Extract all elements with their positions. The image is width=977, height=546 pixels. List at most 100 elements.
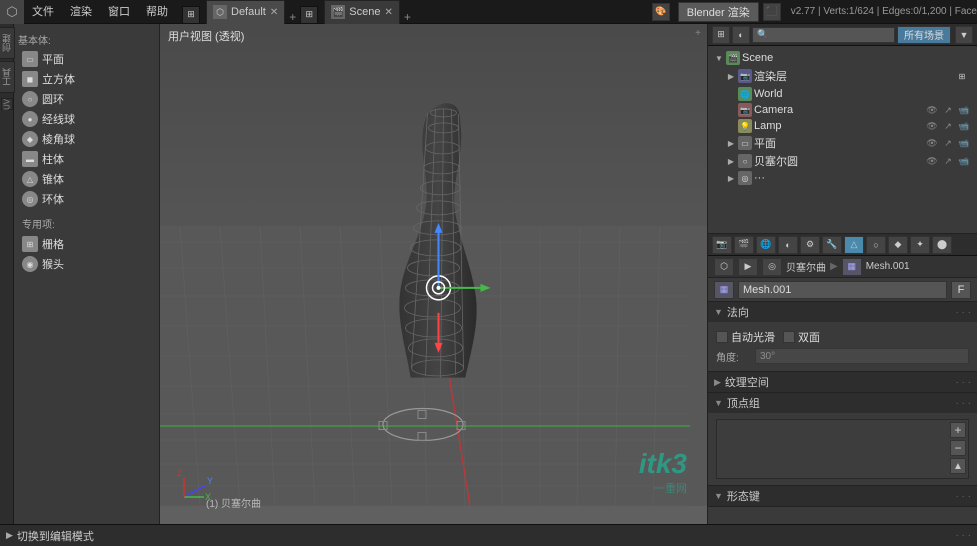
vertex-group-remove-btn[interactable]: − [950,440,966,456]
tree-item-more[interactable]: ▶ ◎ ··· [724,170,973,186]
tab-tools[interactable]: 工具 [0,61,15,93]
more-icon: ◎ [738,171,752,185]
breadcrumb-icon-3[interactable]: ◎ [762,258,782,276]
breadcrumb-icon-1[interactable]: ⬡ [714,258,734,276]
main-layout: 创建 工具 UV 基本体: ▭ 平面 ◼ 立方体 ○ 圆环 [0,24,977,546]
bezier-camera-icon[interactable]: 📹 [957,154,971,168]
add-tab-btn[interactable]: + [285,10,300,24]
outliner-search[interactable]: 🔍 [752,27,895,43]
special-monkey[interactable]: ◉ 猴头 [18,254,155,274]
plane-camera-icon[interactable]: 📹 [957,136,971,150]
fake-user-btn[interactable]: F [951,281,971,299]
primitive-circle[interactable]: ○ 圆环 [18,89,155,109]
double-sided-toggle[interactable]: 双面 [783,329,820,345]
menu-render[interactable]: 渲染 [62,0,100,24]
special-grid[interactable]: ⊞ 栅格 [18,234,155,254]
tab-uv[interactable]: UV [1,98,13,110]
tab-default-label: Default [231,6,266,18]
bezier-eye-icon[interactable]: 👁 [925,154,939,168]
tab-default-close[interactable]: ✕ [270,7,278,18]
tree-item-scene[interactable]: ▼ 🎬 Scene [712,50,973,66]
lamp-cursor-icon[interactable]: ↗ [941,119,955,133]
texture-space-header[interactable]: ▶ 纹理空间 · · · [708,372,977,392]
prop-icon-texture[interactable]: ◆ [888,236,908,254]
breadcrumb-mesh-icon[interactable]: ▦ [842,258,862,276]
auto-smooth-toggle[interactable]: 自动光滑 [716,329,775,345]
left-panel: 创建 工具 UV 基本体: ▭ 平面 ◼ 立方体 ○ 圆环 [0,24,160,546]
primitive-cone[interactable]: △ 锥体 [18,169,155,189]
outliner: ⊞ ◐ 🔍 所有场景 ▼ ▼ 🎬 Scene ▶ [708,24,977,234]
world-icon: 🌐 [738,87,752,101]
tree-item-lamp[interactable]: ▶ 💡 Lamp 👁 ↗ 📹 [724,118,973,134]
prop-icon-material[interactable]: ○ [866,236,886,254]
tab-scene-close[interactable]: ✕ [384,7,392,18]
plane-eye-icon[interactable]: 👁 [925,136,939,150]
auto-smooth-checkbox[interactable] [716,331,728,343]
lamp-eye-icon[interactable]: 👁 [925,119,939,133]
prop-icon-modifiers[interactable]: 🔧 [822,236,842,254]
prop-icon-particles[interactable]: ✦ [910,236,930,254]
prop-icon-physics[interactable]: ⬤ [932,236,952,254]
prop-icon-scene[interactable]: 🎬 [734,236,754,254]
primitive-cylinder[interactable]: ▬ 柱体 [18,149,155,169]
outliner-icon-2[interactable]: ◐ [732,26,750,44]
left-content: 基本体: ▭ 平面 ◼ 立方体 ○ 圆环 ● 经线球 [14,24,159,546]
normals-header[interactable]: ▼ 法向 · · · [708,302,977,322]
camera-camera-icon[interactable]: 📹 [957,103,971,117]
lamp-icon: 💡 [738,119,752,133]
add-tab-btn2[interactable]: + [400,10,415,24]
toggle-edit-mode-btn[interactable]: ▶ 切换到编辑模式 · · · [0,524,977,546]
lamp-camera-icon[interactable]: 📹 [957,119,971,133]
mesh-name-input[interactable] [738,281,947,299]
scene-arrow: ▼ [714,53,724,63]
angle-row: 角度: 30° [716,348,969,364]
breadcrumb-icon-2[interactable]: ▶ [738,258,758,276]
menu-window[interactable]: 窗口 [100,0,138,24]
outliner-icon-1[interactable]: ⊞ [712,26,730,44]
prop-icon-data[interactable]: △ [844,236,864,254]
viewport-expand-btn[interactable]: + [695,28,701,39]
double-sided-checkbox[interactable] [783,331,795,343]
bezier-cursor-icon[interactable]: ↗ [941,154,955,168]
tab-scene[interactable]: 🎬 Scene ✕ [324,0,400,24]
monkey-icon: ◉ [22,256,38,272]
svg-text:Z: Z [177,468,183,478]
tree-item-renderlayer[interactable]: ▶ 📷 渲染层 ⊞ [724,66,973,86]
vertex-group-add-btn[interactable]: + [950,422,966,438]
tab-create[interactable]: 创建 [0,27,15,59]
primitive-cube[interactable]: ◼ 立方体 [18,69,155,89]
viewport[interactable]: 用户视图 (透视) [160,24,707,546]
primitive-torus[interactable]: ◎ 环体 [18,189,155,209]
primitive-icosphere[interactable]: ◆ 棱角球 [18,129,155,149]
tab-default[interactable]: ⬡ Default ✕ [206,0,285,24]
scene-select-btn[interactable]: 所有场景 [897,26,951,44]
vertex-groups-header[interactable]: ▼ 顶点组 · · · [708,393,977,413]
render-engine-btn[interactable]: Blender 渲染 [678,2,759,22]
tree-item-camera[interactable]: ▶ 📷 Camera 👁 ↗ 📹 [724,102,973,118]
render-icon: ⬛ [763,3,781,21]
prop-icon-constraints[interactable]: ⚙ [800,236,820,254]
shape-keys-header[interactable]: ▼ 形态键 · · · [708,486,977,506]
plane-cursor-icon[interactable]: ↗ [941,136,955,150]
outliner-filter-btn[interactable]: ▼ [955,26,973,44]
prop-icon-world[interactable]: 🌐 [756,236,776,254]
tree-item-plane[interactable]: ▶ ▭ 平面 👁 ↗ 📹 [724,134,973,152]
tree-item-world[interactable]: ▶ 🌐 World [724,86,973,102]
cube-label: 立方体 [42,71,75,87]
plane-label: 平面 [754,135,923,151]
menu-help[interactable]: 帮助 [138,0,176,24]
camera-cursor-icon[interactable]: ↗ [941,103,955,117]
menu-file[interactable]: 文件 [24,0,62,24]
prop-icon-object[interactable]: ◐ [778,236,798,254]
prop-icon-render[interactable]: 📷 [712,236,732,254]
bezier-label: 贝塞尔圆 [754,153,923,169]
uvsphere-icon: ● [22,111,38,127]
cylinder-label: 柱体 [42,151,64,167]
tree-item-bezier[interactable]: ▶ ○ 贝塞尔圆 👁 ↗ 📹 [724,152,973,170]
vertex-group-move-up-btn[interactable]: ▲ [950,458,966,474]
angle-input[interactable]: 30° [755,348,969,364]
camera-eye-icon[interactable]: 👁 [925,103,939,117]
breadcrumb-bezier: 贝塞尔曲 [786,259,826,274]
primitive-uvsphere[interactable]: ● 经线球 [18,109,155,129]
primitive-plane[interactable]: ▭ 平面 [18,49,155,69]
